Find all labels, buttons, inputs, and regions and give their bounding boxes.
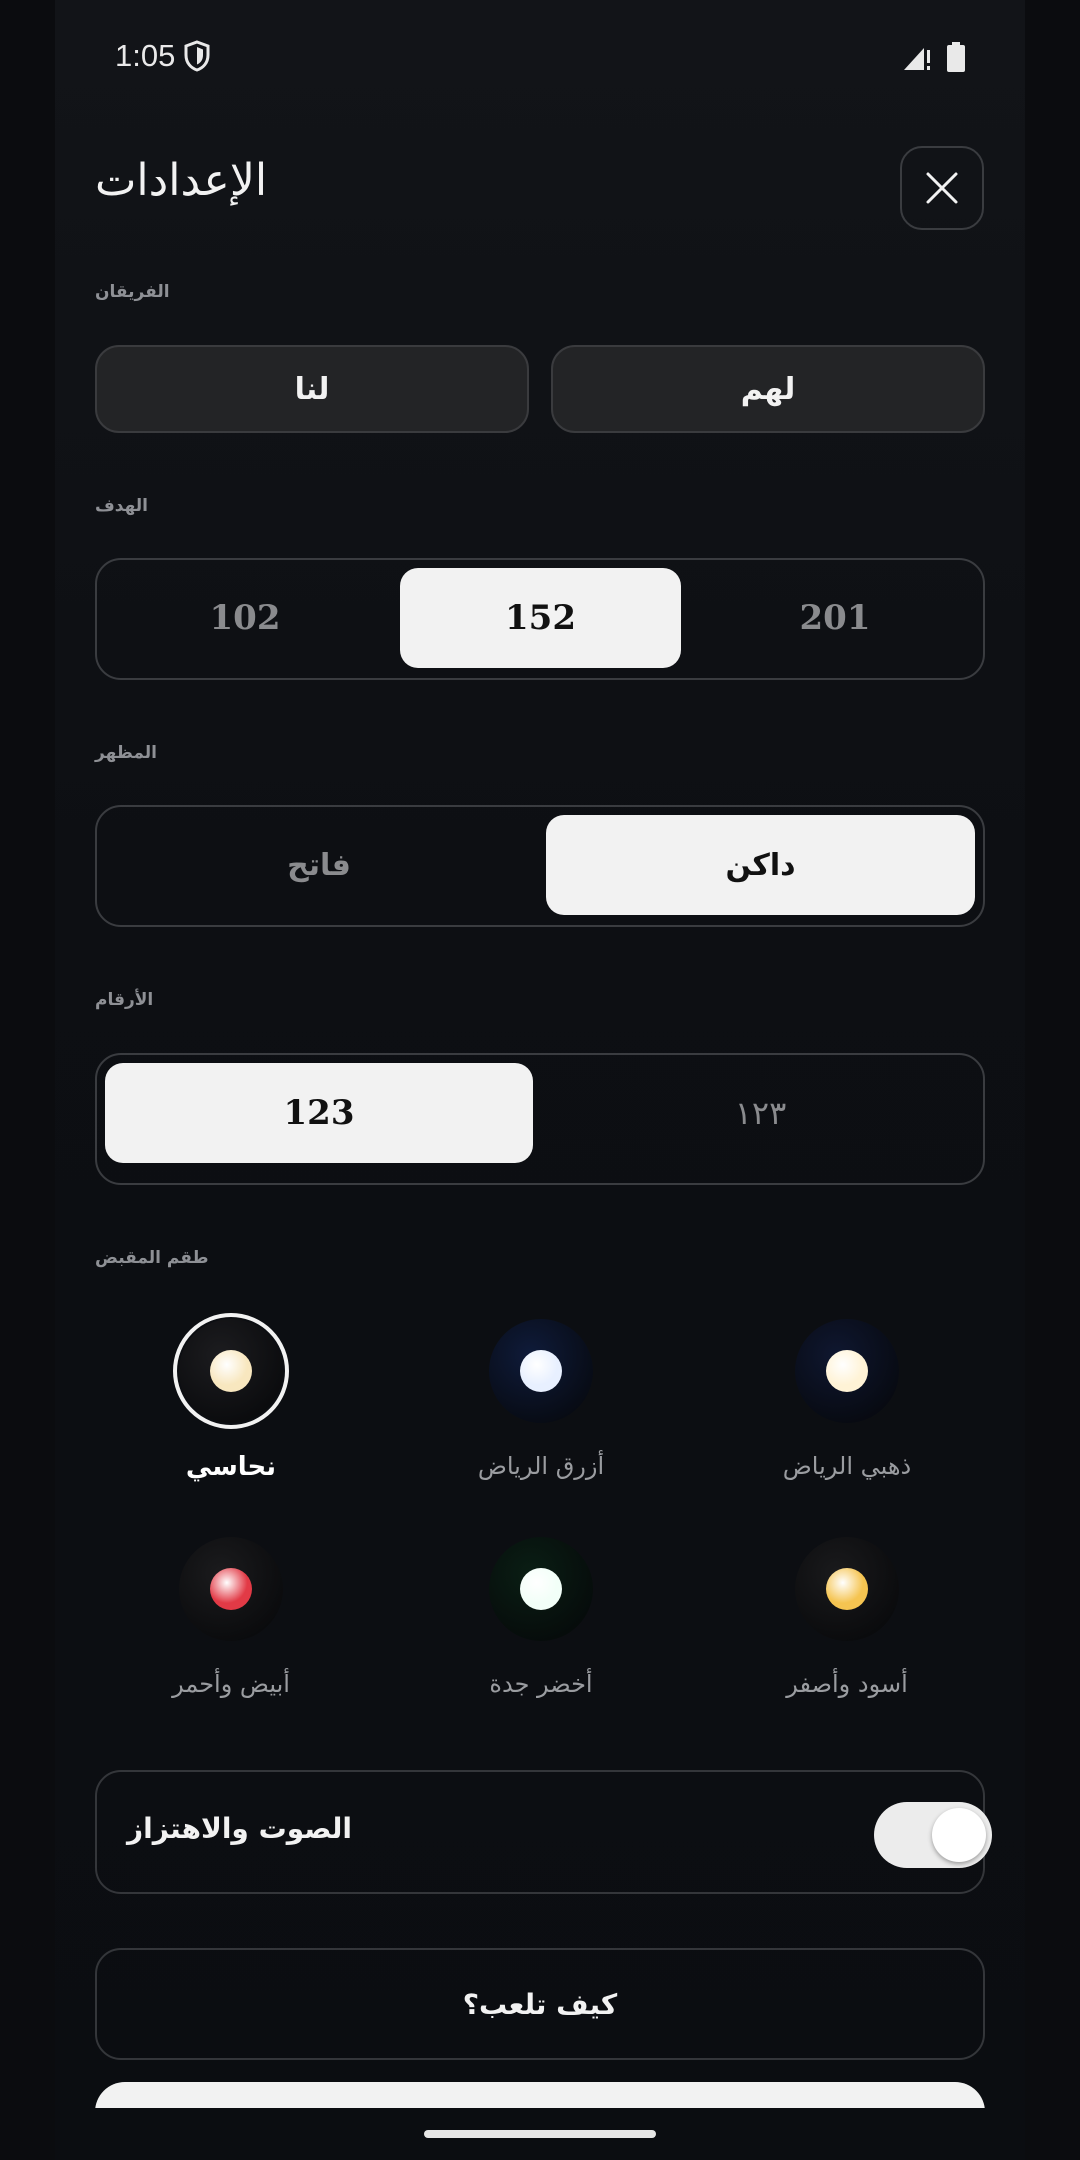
settings-screen: 1:05 الإعدادات الفريقان لنا لهم الهدف 10… — [55, 0, 1025, 2160]
home-indicator[interactable] — [424, 2130, 656, 2138]
numerals-selector: 123 ١٢٣ — [95, 1053, 985, 1185]
target-option-102[interactable]: 102 — [105, 568, 385, 668]
target-selector: 102 152 201 — [95, 558, 985, 680]
appearance-option-light[interactable]: فاتح — [105, 815, 533, 915]
target-label: الهدف — [95, 496, 149, 516]
theme-swatch-jeddah-green[interactable] — [489, 1537, 593, 1641]
sound-vibration-toggle[interactable] — [874, 1802, 992, 1868]
teams-label: الفريقان — [95, 282, 170, 302]
team-them-button[interactable]: لهم — [551, 345, 985, 433]
theme-label-riyadh-blue: أزرق الرياض — [477, 1452, 605, 1480]
theme-swatch-black-yellow[interactable] — [795, 1537, 899, 1641]
how-to-play-button[interactable]: كيف تلعب؟ — [95, 1948, 985, 2060]
theme-label-copper: نحاسي — [185, 1452, 277, 1482]
swatch-dot — [520, 1350, 562, 1392]
appearance-option-dark[interactable]: داكن — [546, 815, 975, 915]
battery-icon — [947, 42, 965, 72]
theme-label-riyadh-gold: ذهبي الرياض — [782, 1452, 912, 1480]
theme-label-jeddah-green: أخضر جدة — [489, 1670, 593, 1698]
toggle-knob — [932, 1808, 986, 1862]
numerals-label: الأرقام — [95, 990, 154, 1010]
numerals-option-arabic[interactable]: ١٢٣ — [546, 1063, 975, 1163]
theme-label-black-yellow: أسود وأصفر — [786, 1670, 908, 1698]
target-option-152[interactable]: 152 — [400, 568, 681, 668]
theme-swatch-copper[interactable] — [179, 1319, 283, 1423]
signal-icon — [904, 48, 930, 70]
sound-vibration-row: الصوت والاهتزاز — [95, 1770, 992, 1894]
theme-label: طقم المقبض — [95, 1248, 209, 1268]
appearance-label: المظهر — [95, 743, 157, 763]
close-button[interactable] — [900, 146, 984, 230]
swatch-dot — [210, 1568, 252, 1610]
team-us-button[interactable]: لنا — [95, 345, 529, 433]
status-time: 1:05 — [115, 38, 176, 73]
target-option-201[interactable]: 201 — [695, 568, 975, 668]
swatch-dot — [826, 1350, 868, 1392]
theme-swatch-riyadh-blue[interactable] — [489, 1319, 593, 1423]
page-title: الإعدادات — [95, 155, 268, 206]
theme-swatch-riyadh-gold[interactable] — [795, 1319, 899, 1423]
swatch-dot — [210, 1350, 252, 1392]
numerals-option-western[interactable]: 123 — [105, 1063, 533, 1163]
appearance-selector: فاتح داكن — [95, 805, 985, 927]
swatch-dot — [826, 1568, 868, 1610]
shield-icon — [184, 40, 210, 72]
sound-vibration-label: الصوت والاهتزاز — [127, 1812, 352, 1845]
close-icon — [926, 172, 958, 204]
theme-label-white-red: أبيض وأحمر — [172, 1670, 290, 1698]
swatch-dot — [520, 1568, 562, 1610]
theme-swatch-white-red[interactable] — [179, 1537, 283, 1641]
